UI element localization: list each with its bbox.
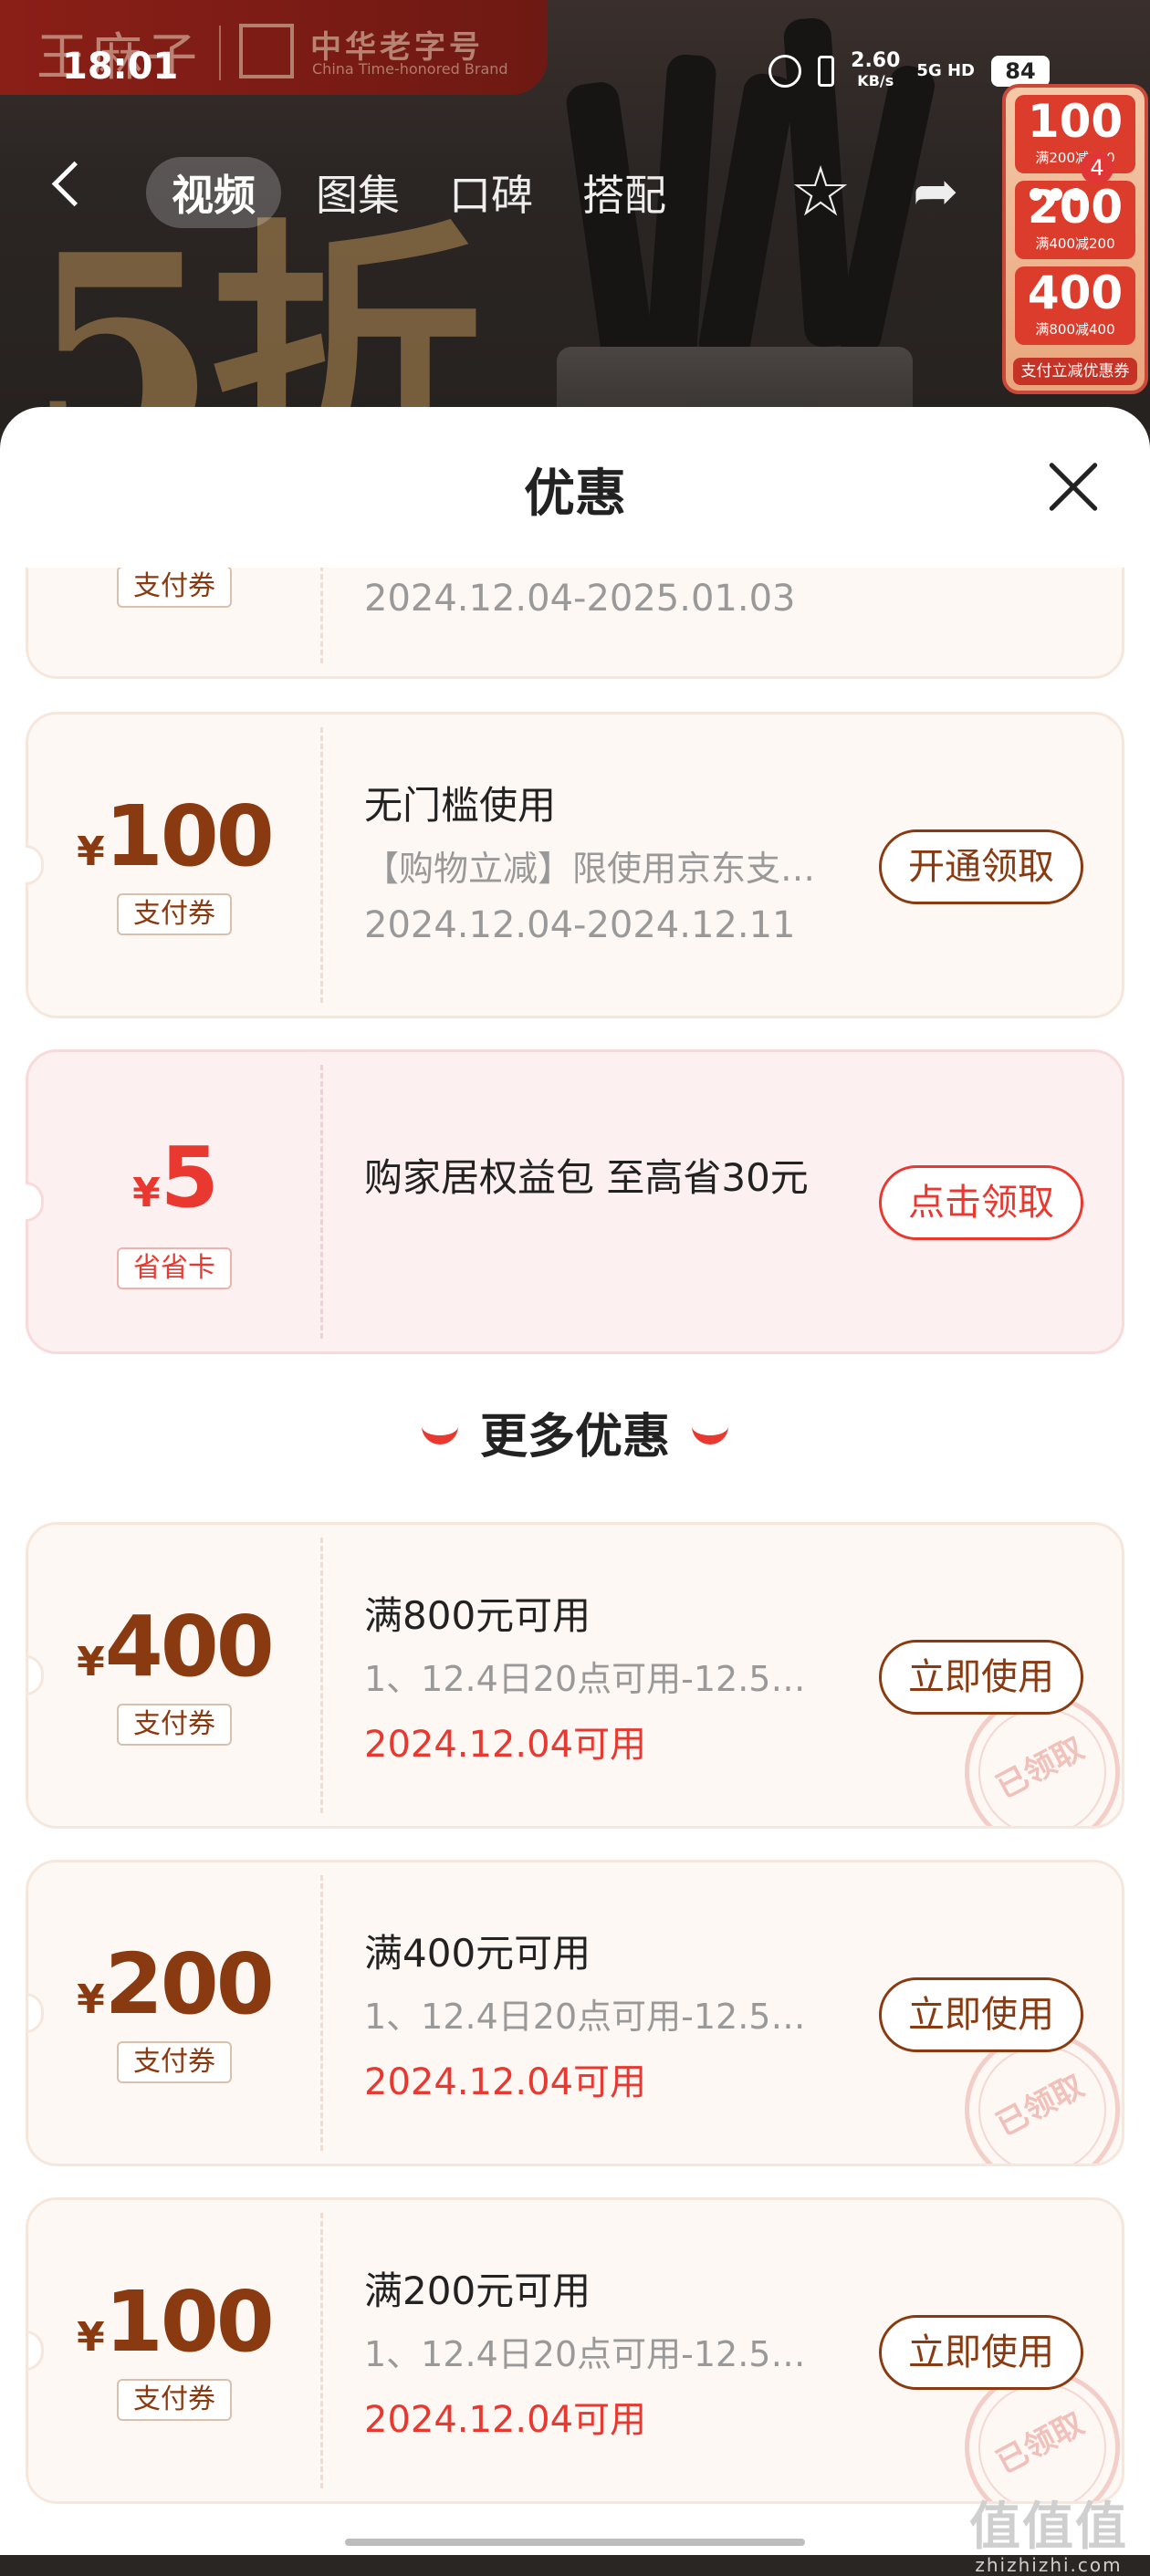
currency-symbol: ¥: [77, 1976, 105, 2023]
favorite-star-icon[interactable]: ☆: [789, 157, 852, 226]
coupon-date: 2024.12.04可用: [364, 2399, 647, 2441]
coupon-desc: 【购物立减】限使用京东支…: [364, 849, 816, 889]
coupon-title: 无门槛使用: [364, 783, 557, 828]
decor-arc-left: [421, 1424, 458, 1444]
currency-symbol: ¥: [77, 1639, 105, 1685]
promo-value: 400: [1027, 266, 1124, 319]
coupon-amount-value: 5: [160, 1129, 219, 1226]
promo-sub: 满400减200: [1035, 235, 1115, 252]
hero-discount-text: 5折: [27, 194, 483, 430]
coupon-sheet: 优惠 支付券 2024.12.04-2025.01.03 ¥100 支付券 无门…: [0, 407, 1150, 2555]
brand-seal-icon: [239, 24, 294, 78]
promo-value: 100: [1027, 95, 1124, 148]
promo-coupon-card[interactable]: 100 满200减100 200 满400减200 400 满800减400 支…: [1002, 84, 1148, 394]
watermark-text: 值值值: [969, 2498, 1128, 2557]
coupon-amount-value: 100: [104, 787, 275, 885]
sheet-title: 优惠: [524, 464, 626, 524]
net-speed-value: 2.60: [851, 49, 901, 72]
use-now-button[interactable]: 立即使用: [879, 2315, 1083, 2390]
coupon-title: 满800元可用: [364, 1593, 591, 1638]
net-speed-unit: KB/s: [857, 72, 894, 89]
alarm-icon: [768, 55, 802, 88]
coupon-amount: ¥400: [28, 1598, 320, 1695]
brand-badge-en: China Time-honored Brand: [312, 60, 508, 78]
more-offers-header: 更多优惠: [0, 1398, 1150, 1466]
currency-symbol: ¥: [77, 829, 105, 875]
status-time: 18:01: [62, 46, 179, 88]
promo-sub: 满200减100: [1035, 150, 1115, 166]
coupon-amount: ¥100: [28, 2273, 320, 2371]
coupon-title: 满200元可用: [364, 2268, 591, 2313]
coupon-divider: [320, 727, 323, 1003]
coupon-amount: ¥5: [28, 1129, 320, 1226]
tab-gallery[interactable]: 图集: [301, 157, 414, 228]
media-tabs: 视频 图集 口碑 搭配: [146, 157, 681, 228]
tab-match[interactable]: 搭配: [568, 157, 681, 228]
promo-footer: 支付立减优惠券: [1013, 358, 1137, 385]
currency-symbol: ¥: [77, 2314, 105, 2361]
decor-arc-right: [692, 1424, 728, 1444]
coupon-divider: [320, 1065, 323, 1339]
coupon-amount: ¥100: [28, 787, 320, 885]
coupon-card[interactable]: ¥100 支付券 满200元可用 1、12.4日20点可用-12.5… 2024…: [26, 2197, 1124, 2504]
use-now-button[interactable]: 立即使用: [879, 1977, 1083, 2052]
coupon-tag: 支付券: [117, 893, 232, 935]
net-speed: 2.60 KB/s: [851, 51, 900, 91]
coupon-amount-value: 100: [104, 2273, 275, 2371]
more-menu-icon[interactable]: [1030, 188, 1082, 201]
coupon-card[interactable]: 支付券 2024.12.04-2025.01.03: [26, 568, 1124, 679]
coupon-date: 2024.12.04可用: [364, 2061, 647, 2103]
promo-item: 400 满800减400: [1015, 266, 1135, 345]
tab-reviews[interactable]: 口碑: [434, 157, 548, 228]
coupon-title: 购家居权益包 至高省30元: [364, 1155, 809, 1200]
share-icon[interactable]: ➦: [913, 164, 958, 219]
coupon-divider: [320, 1538, 323, 1813]
coupon-date: 2024.12.04可用: [364, 1724, 647, 1766]
knife-image: [564, 79, 657, 377]
more-offers-title: 更多优惠: [479, 1410, 670, 1465]
coupon-date: 2024.12.04-2025.01.03: [364, 578, 796, 620]
battery-icon: 84: [991, 56, 1050, 87]
coupon-date: 2024.12.04-2024.12.11: [364, 904, 796, 946]
coupon-card[interactable]: ¥400 支付券 满800元可用 1、12.4日20点可用-12.5… 2024…: [26, 1522, 1124, 1829]
home-indicator[interactable]: [345, 2539, 805, 2546]
coupon-card[interactable]: ¥5 省省卡 购家居权益包 至高省30元 点击领取: [26, 1049, 1124, 1354]
coupon-divider: [320, 568, 323, 663]
coupon-list[interactable]: 支付券 2024.12.04-2025.01.03 ¥100 支付券 无门槛使用…: [0, 568, 1150, 2555]
promo-item: 100 满200减100: [1015, 95, 1135, 173]
brand-separator: [219, 26, 221, 80]
coupon-title: 满400元可用: [364, 1931, 591, 1976]
site-watermark: 值值值 zhizhizhi.com: [969, 2486, 1128, 2576]
coupon-tag: 省省卡: [117, 1247, 232, 1289]
vibrate-icon: [818, 56, 835, 87]
coupon-tag: 支付券: [117, 2041, 232, 2083]
coupon-tag: 支付券: [117, 568, 232, 608]
signal-icon: 5G HD: [916, 61, 975, 80]
tab-video[interactable]: 视频: [146, 157, 281, 228]
promo-sub: 满800减400: [1035, 321, 1115, 338]
coupon-tag: 支付券: [117, 2379, 232, 2421]
product-banner: 王麻子 中华老字号 China Time-honored Brand 5折 18…: [0, 0, 1150, 429]
notification-badge: 4: [1081, 151, 1113, 184]
coupon-divider: [320, 1875, 323, 2151]
coupon-amount-value: 200: [104, 1935, 275, 2033]
use-now-button[interactable]: 立即使用: [879, 1640, 1083, 1715]
activate-claim-button[interactable]: 开通领取: [879, 829, 1083, 904]
close-icon[interactable]: [1044, 458, 1103, 516]
coupon-desc: 1、12.4日20点可用-12.5…: [364, 2334, 806, 2374]
currency-symbol: ¥: [132, 1170, 161, 1216]
coupon-amount-value: 400: [104, 1598, 275, 1695]
coupon-card[interactable]: ¥200 支付券 满400元可用 1、12.4日20点可用-12.5… 2024…: [26, 1860, 1124, 2166]
coupon-card[interactable]: ¥100 支付券 无门槛使用 【购物立减】限使用京东支… 2024.12.04-…: [26, 712, 1124, 1018]
coupon-amount: ¥200: [28, 1935, 320, 2033]
coupon-desc: 1、12.4日20点可用-12.5…: [364, 1659, 806, 1699]
click-claim-button[interactable]: 点击领取: [879, 1165, 1083, 1240]
coupon-tag: 支付券: [117, 1704, 232, 1746]
watermark-url: zhizhizhi.com: [975, 2554, 1123, 2576]
coupon-divider: [320, 2213, 323, 2488]
coupon-desc: 1、12.4日20点可用-12.5…: [364, 1997, 806, 2037]
status-icons: 2.60 KB/s 5G HD 84: [768, 51, 1050, 91]
